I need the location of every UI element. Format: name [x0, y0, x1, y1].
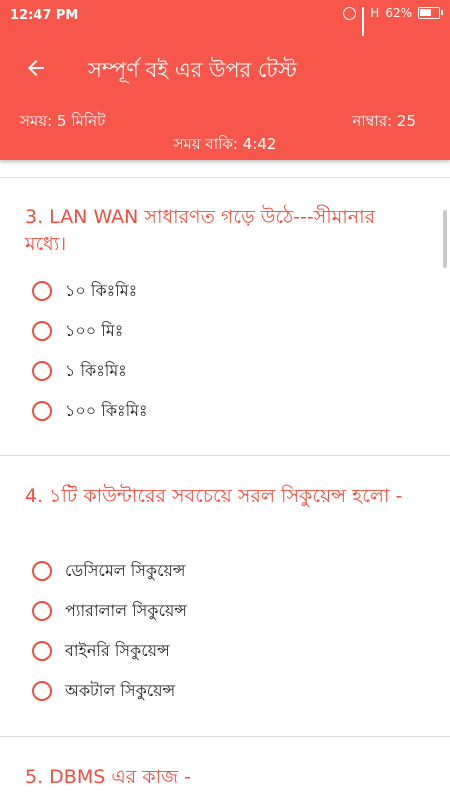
question-card: 3. LAN WAN সাধারণত গড়ে উঠে---সীমানার মধ… [0, 178, 450, 455]
signal-icon [362, 7, 365, 36]
radio-button[interactable] [32, 681, 52, 701]
option-item[interactable]: অকটাল সিকুয়েন্স [32, 676, 175, 706]
option-item[interactable]: ডেসিমেল সিকুয়েন্স [32, 556, 186, 586]
exam-marks: নাম্বার: 25 [352, 112, 416, 130]
radio-button[interactable] [32, 321, 52, 341]
app-header: 12:47 PM H 62% সম্পূর্ণ বই এর উপর টেস্ট … [0, 0, 450, 160]
question-text: 4. ১টি কাউন্টারের সবচেয়ে সরল সিকুয়েন্স… [25, 485, 403, 507]
question-text: 5. DBMS এর কাজ - [25, 766, 191, 788]
time-remaining: সময় বাকি: 4:42 [173, 135, 277, 153]
alarm-icon [343, 6, 357, 20]
option-item[interactable]: প্যারালাল সিকুয়েন্স [32, 596, 187, 626]
radio-button[interactable] [32, 361, 52, 381]
radio-button[interactable] [32, 641, 52, 661]
status-bar: 12:47 PM H 62% [0, 0, 450, 36]
battery-fill [420, 9, 431, 16]
option-label: বাইনরি সিকুয়েন্স [65, 640, 170, 660]
option-label: ১০০ মিঃ [65, 320, 124, 340]
option-label: ডেসিমেল সিকুয়েন্স [65, 560, 186, 580]
question-text: 3. LAN WAN সাধারণত গড়ে উঠে---সীমানার মধ… [25, 206, 376, 255]
arrow-left-icon [28, 60, 44, 76]
option-item[interactable]: বাইনরি সিকুয়েন্স [32, 636, 170, 666]
back-button[interactable] [20, 52, 52, 84]
option-item[interactable]: ১০ কিঃমিঃ [32, 276, 137, 306]
status-icons: H 62% [343, 6, 443, 36]
question-list[interactable]: 3. LAN WAN সাধারণত গড়ে উঠে---সীমানার মধ… [0, 160, 450, 800]
exam-duration: সময়: 5 মিনিট [20, 112, 106, 130]
option-item[interactable]: ১ কিঃমিঃ [32, 356, 127, 386]
option-item[interactable]: ১০০ মিঃ [32, 316, 123, 346]
question-card: 5. DBMS এর কাজ - [0, 737, 450, 800]
option-label: প্যারালাল সিকুয়েন্স [65, 600, 187, 620]
scrollbar[interactable] [443, 210, 447, 268]
option-label: ১০০ কিঃমিঃ [65, 400, 148, 420]
option-label: ১০ কিঃমিঃ [65, 280, 138, 300]
question-card: 4. ১টি কাউন্টারের সবচেয়ে সরল সিকুয়েন্স… [0, 456, 450, 736]
battery-icon [418, 7, 443, 19]
status-time: 12:47 PM [10, 8, 79, 23]
radio-button[interactable] [32, 601, 52, 621]
battery-percent: 62% [385, 6, 412, 20]
radio-button[interactable] [32, 401, 52, 421]
radio-button[interactable] [32, 281, 52, 301]
radio-button[interactable] [32, 561, 52, 581]
page-title: সম্পূর্ণ বই এর উপর টেস্ট [88, 58, 297, 82]
option-label: ১ কিঃমিঃ [65, 360, 127, 380]
network-type: H [370, 6, 380, 20]
option-item[interactable]: ১০০ কিঃমিঃ [32, 396, 148, 426]
option-label: অকটাল সিকুয়েন্স [65, 680, 176, 700]
